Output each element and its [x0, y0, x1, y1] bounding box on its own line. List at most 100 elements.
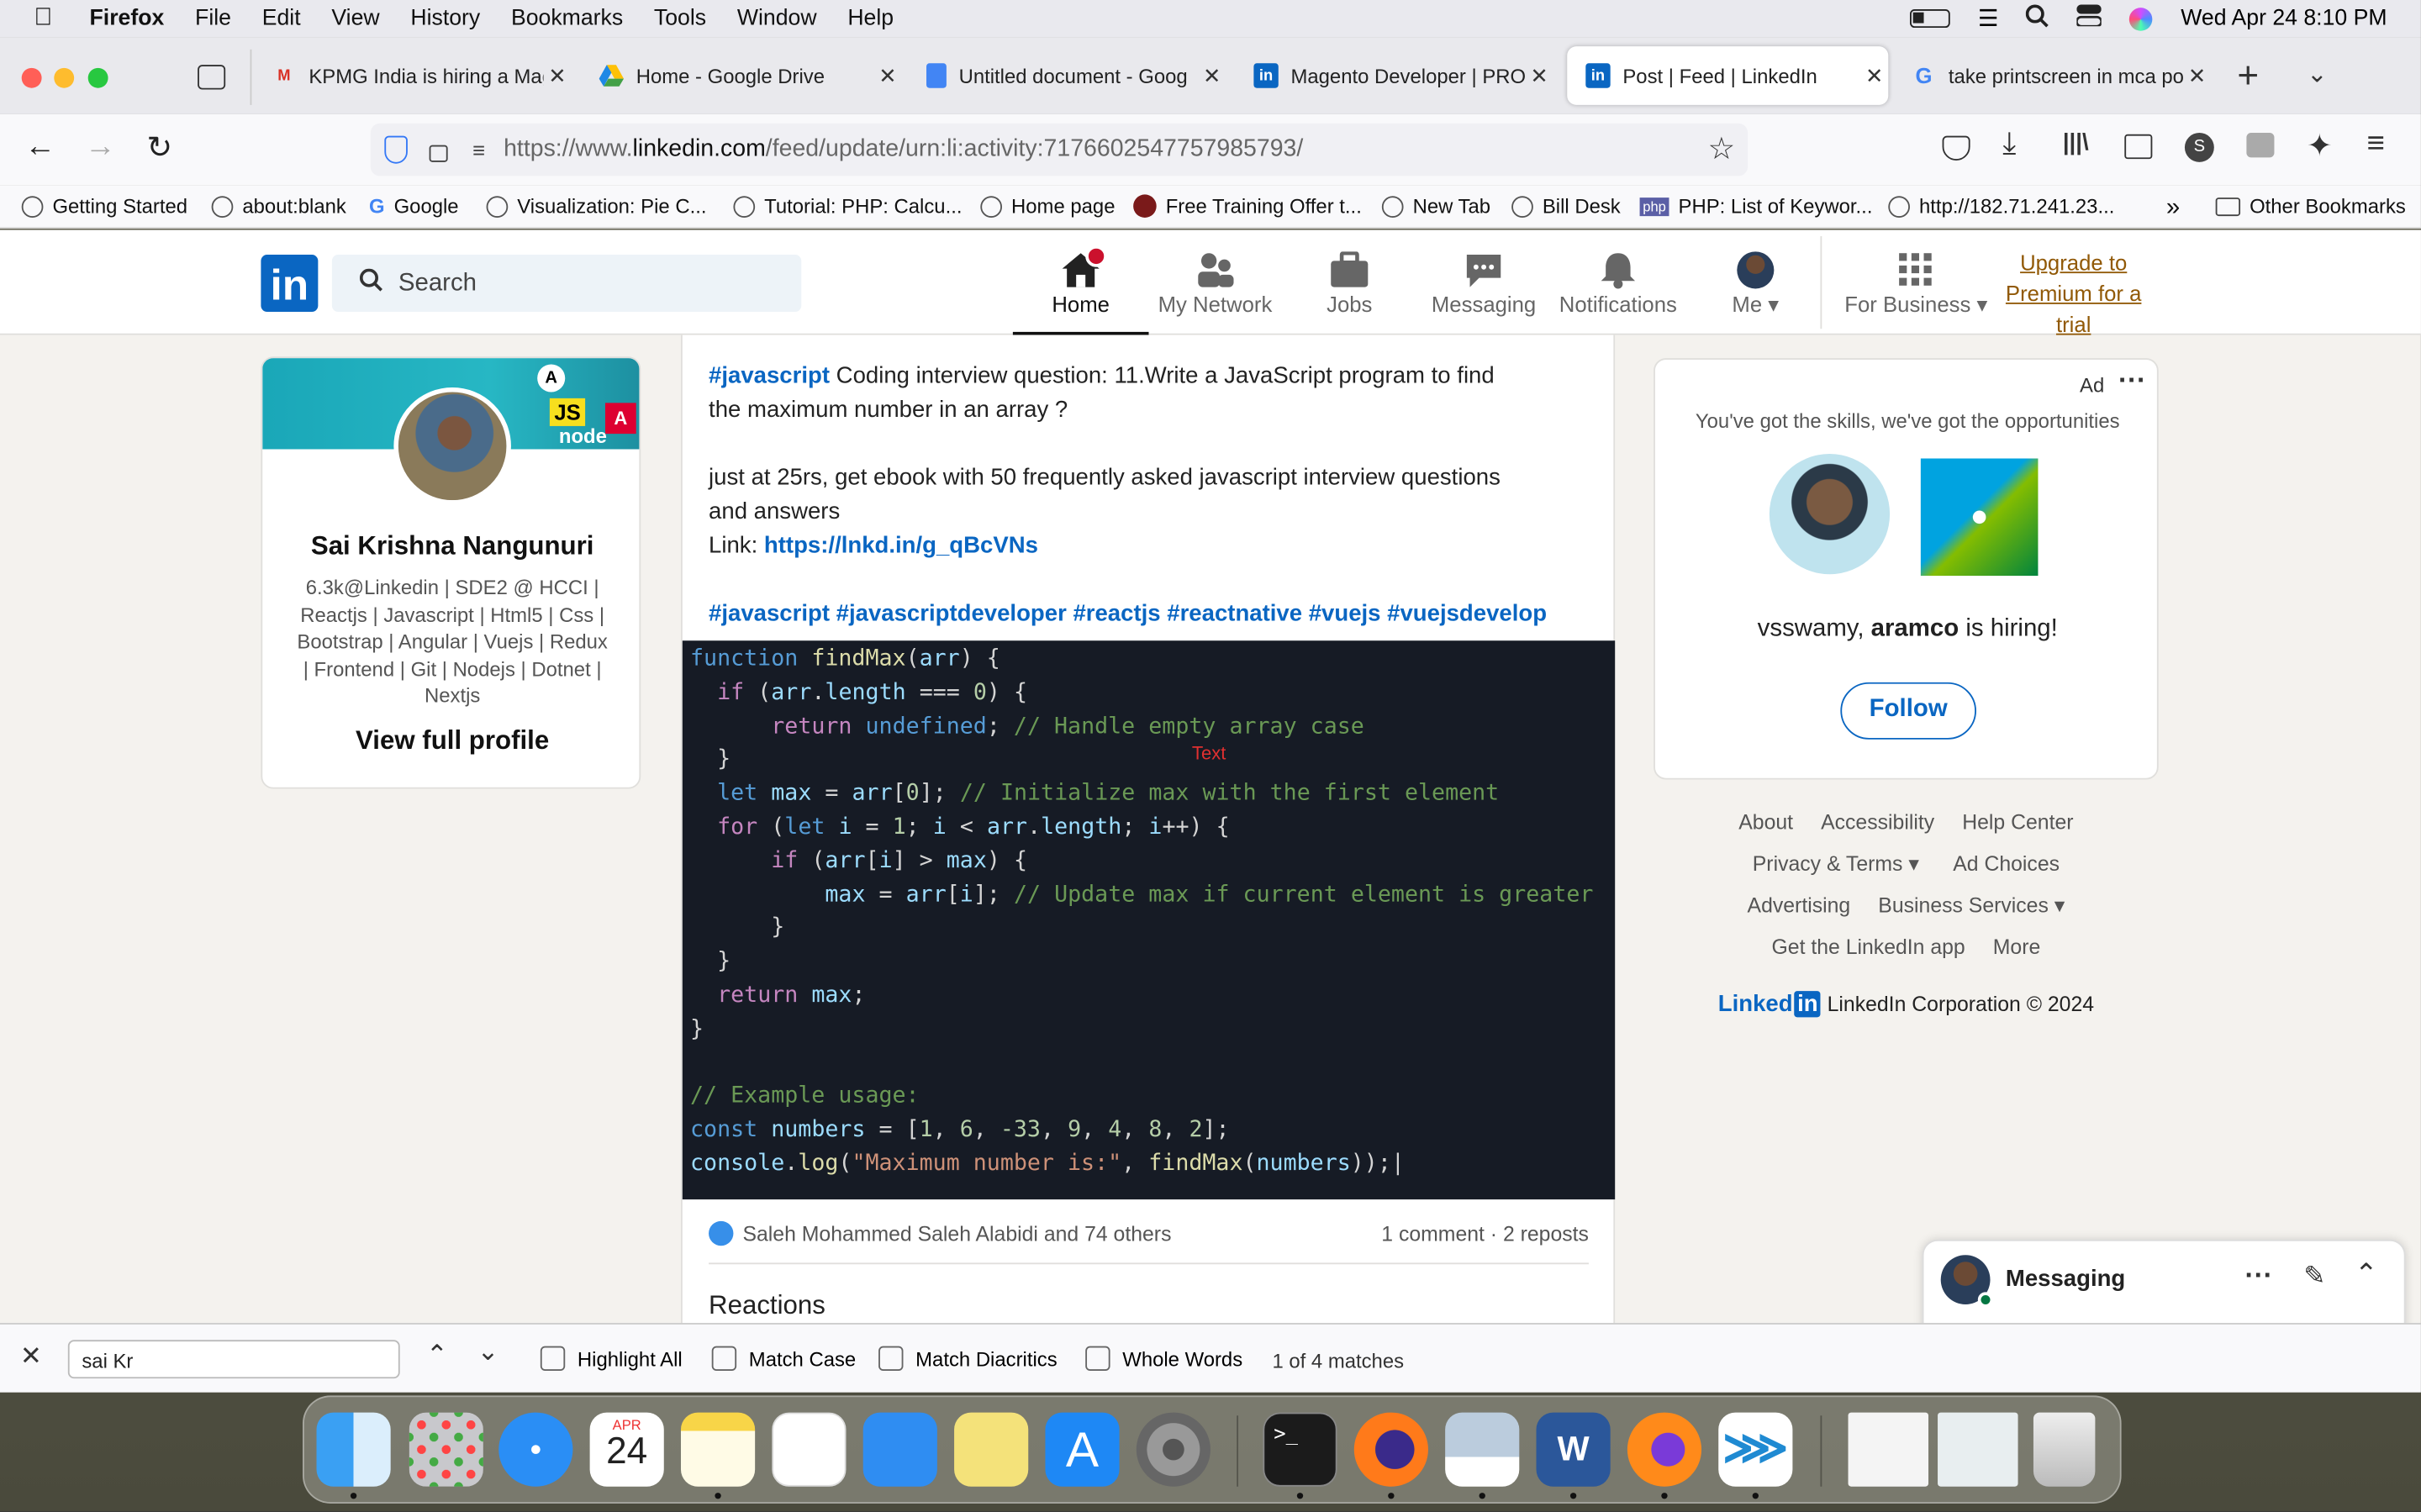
library-icon[interactable]: |||\ — [2063, 129, 2089, 155]
close-icon[interactable]: ✕ — [1526, 62, 1553, 88]
close-icon[interactable]: ✕ — [1198, 62, 1226, 88]
bookmark-getting-started[interactable]: Getting Started — [21, 194, 187, 218]
reload-icon[interactable]: ↻ — [146, 128, 172, 166]
footer-about[interactable]: About — [1738, 810, 1793, 852]
close-icon[interactable]: ✕ — [2183, 62, 2211, 88]
window-minimize-button[interactable] — [54, 67, 75, 88]
tab-magento-developer[interactable]: in Magento Developer | PRO ✕ — [1235, 46, 1553, 105]
downloads-icon[interactable]: ⤓ — [2002, 127, 2016, 162]
bookmark-google[interactable]: G Google — [369, 194, 459, 218]
upgrade-premium-link[interactable]: Upgrade to Premium for a trial — [2000, 247, 2148, 340]
hashtag-link[interactable]: #javascript — [709, 363, 830, 389]
search-box[interactable]: Search — [331, 255, 802, 313]
find-input[interactable]: sai Kr — [67, 1340, 400, 1379]
freeform-icon[interactable] — [772, 1412, 847, 1487]
tab-google-search[interactable]: G take printscreen in mca po ✕ — [1893, 46, 2211, 105]
nav-me[interactable]: Me ▾ — [1688, 245, 1824, 318]
chevron-up-icon[interactable]: ⌃ — [2355, 1258, 2378, 1291]
extension-icon[interactable] — [2246, 132, 2275, 158]
bookmark-home-page[interactable]: Home page — [980, 194, 1115, 218]
firefox-view-icon[interactable] — [198, 65, 226, 90]
post-url-link[interactable]: https://lnkd.in/g_qBcVNs — [764, 533, 1038, 559]
bookmark-other-bookmarks[interactable]: Other Bookmarks — [2215, 194, 2406, 218]
menu-app-name[interactable]: Firefox — [90, 6, 165, 30]
nav-my-network[interactable]: My Network — [1147, 245, 1284, 317]
match-diacritics-checkbox[interactable]: Match Diacritics — [878, 1346, 1058, 1371]
menu-history[interactable]: History — [410, 6, 480, 30]
whole-words-checkbox[interactable]: Whole Words — [1085, 1346, 1242, 1371]
footer-accessibility[interactable]: Accessibility — [1821, 810, 1934, 852]
terminal-icon[interactable]: >_ — [1263, 1412, 1337, 1487]
bookmark-tutorial-php[interactable]: Tutorial: PHP: Calcu... — [733, 194, 962, 218]
account-avatar-icon[interactable]: S — [2184, 132, 2214, 162]
close-icon[interactable]: ✕ — [544, 62, 572, 88]
more-options-icon[interactable]: ··· — [2245, 1260, 2273, 1293]
tab-kpmg[interactable]: M KPMG India is hiring a Mag ✕ — [253, 46, 571, 105]
keynote-icon[interactable] — [862, 1412, 937, 1487]
url-bar[interactable]: ≡ https://www.linkedin.com/feed/update/u… — [370, 123, 1748, 176]
menu-tools[interactable]: Tools — [654, 6, 706, 30]
pocket-icon[interactable] — [1942, 135, 1970, 161]
firefox-developer-icon[interactable] — [1353, 1412, 1428, 1487]
linkedin-logo[interactable]: in — [261, 255, 319, 313]
close-find-bar-icon[interactable]: ✕ — [20, 1341, 42, 1372]
find-next-chevron-down-icon[interactable]: ⌄ — [477, 1337, 499, 1368]
menu-file[interactable]: File — [195, 6, 231, 30]
bookmark-ip-address[interactable]: http://182.71.241.23... — [1888, 194, 2114, 218]
new-tab-plus-icon[interactable]: + — [2237, 55, 2259, 98]
nav-for-business[interactable]: For Business ▾ — [1839, 245, 1994, 318]
bookmark-new-tab[interactable]: New Tab — [1381, 194, 1490, 218]
comments-reposts-link[interactable]: 1 comment · 2 reposts — [1381, 1222, 1589, 1246]
menu-bookmarks[interactable]: Bookmarks — [511, 6, 623, 30]
calendar-icon[interactable]: APR 24 — [589, 1412, 664, 1487]
footer-help-center[interactable]: Help Center — [1962, 810, 2073, 852]
firefox-icon[interactable] — [1627, 1412, 1702, 1487]
bookmark-star-icon[interactable]: ☆ — [1708, 129, 1736, 168]
spotlight-search-icon[interactable] — [2026, 3, 2050, 34]
launchpad-icon[interactable] — [409, 1412, 483, 1487]
safari-icon[interactable] — [498, 1412, 573, 1487]
bookmark-free-training[interactable]: Free Training Offer t... — [1133, 194, 1362, 218]
reactors-link[interactable]: Saleh Mohammed Saleh Alabidi and 74 othe… — [742, 1222, 1171, 1246]
profile-avatar[interactable] — [393, 387, 511, 505]
tracking-shield-icon[interactable] — [384, 135, 408, 164]
finder-icon[interactable] — [316, 1412, 391, 1487]
permissions-icon[interactable]: ≡ — [472, 137, 485, 161]
close-icon[interactable]: ✕ — [1860, 62, 1888, 88]
extensions-puzzle-icon[interactable]: ✦ — [2307, 127, 2333, 166]
system-settings-icon[interactable] — [1136, 1412, 1210, 1487]
list-all-tabs-chevron-icon[interactable]: ⌄ — [2307, 59, 2328, 90]
siri-icon[interactable] — [2129, 7, 2154, 30]
footer-get-app[interactable]: Get the LinkedIn app — [1771, 935, 1965, 982]
app-menu-hamburger-icon[interactable]: ≡ — [2367, 127, 2385, 162]
follow-button[interactable]: Follow — [1840, 682, 1976, 740]
nav-messaging[interactable]: Messaging — [1416, 245, 1552, 317]
app-store-icon[interactable]: A — [1045, 1412, 1120, 1487]
tab-google-drive[interactable]: Home - Google Drive ✕ — [581, 46, 902, 105]
code-image[interactable]: function findMax(arr) { if (arr.length =… — [682, 640, 1616, 1200]
vscode-icon[interactable]: ⋙ — [1718, 1412, 1793, 1487]
tab-linkedin-post[interactable]: in Post | Feed | LinkedIn ✕ — [1567, 46, 1889, 105]
menu-clock[interactable]: Wed Apr 24 8:10 PM — [2181, 6, 2387, 30]
footer-business-services[interactable]: Business Services ▾ — [1878, 893, 2065, 935]
preview-icon[interactable] — [1445, 1412, 1520, 1487]
profile-name[interactable]: Sai Krishna Nangunuri — [262, 531, 639, 562]
footer-privacy-terms[interactable]: Privacy & Terms ▾ — [1753, 852, 1919, 894]
recent-screenshot-thumbnail[interactable] — [1938, 1412, 2018, 1487]
control-center-icon[interactable] — [2076, 4, 2103, 33]
menu-window[interactable]: Window — [737, 6, 817, 30]
close-icon[interactable]: ✕ — [874, 62, 902, 88]
sidebar-icon[interactable] — [2124, 134, 2153, 160]
view-full-profile-link[interactable]: View full profile — [262, 725, 639, 756]
match-case-checkbox[interactable]: Match Case — [711, 1346, 856, 1371]
highlight-all-checkbox[interactable]: Highlight All — [540, 1346, 683, 1371]
menu-edit[interactable]: Edit — [262, 6, 301, 30]
more-options-icon[interactable]: ··· — [2118, 364, 2146, 397]
window-zoom-button[interactable] — [87, 67, 108, 88]
more-bookmarks-chevron-icon[interactable]: » — [2166, 194, 2180, 222]
nav-notifications[interactable]: Notifications — [1550, 245, 1686, 317]
footer-advertising[interactable]: Advertising — [1748, 893, 1851, 935]
microsoft-word-icon[interactable]: W — [1536, 1412, 1611, 1487]
battery-icon[interactable] — [1910, 9, 1950, 29]
window-close-button[interactable] — [21, 67, 42, 88]
